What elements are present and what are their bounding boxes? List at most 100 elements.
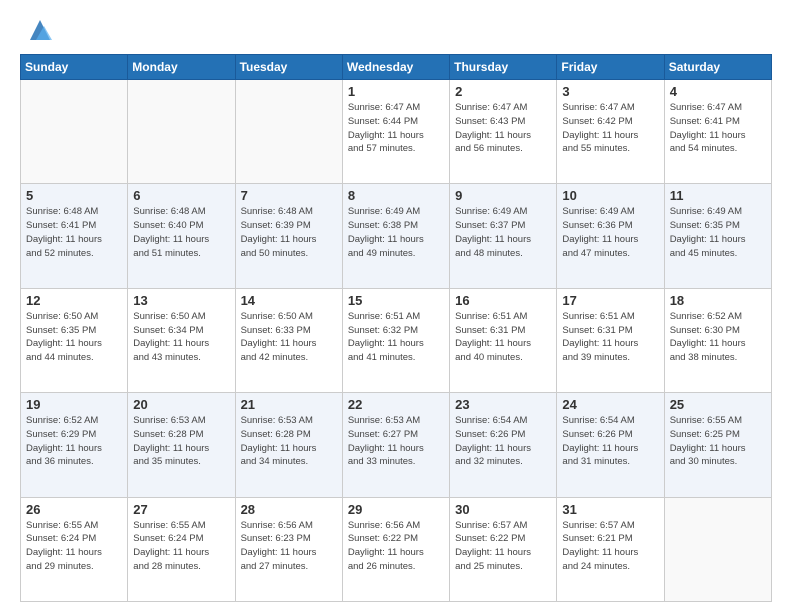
calendar-day-cell: 5 Sunrise: 6:48 AM Sunset: 6:41 PM Daylig… [21,184,128,288]
calendar-week-row: 12 Sunrise: 6:50 AM Sunset: 6:35 PM Dayli… [21,288,772,392]
day-number: 28 [241,502,337,517]
calendar-day-cell: 23 Sunrise: 6:54 AM Sunset: 6:26 PM Dayli… [450,393,557,497]
day-number: 6 [133,188,229,203]
day-number: 16 [455,293,551,308]
calendar-day-cell: 17 Sunrise: 6:51 AM Sunset: 6:31 PM Dayli… [557,288,664,392]
day-info: Sunrise: 6:55 AM Sunset: 6:24 PM Dayligh… [26,519,122,574]
calendar-day-cell: 15Sunrise: 6:51 AM Sunset: 6:32 PM Dayli… [342,288,449,392]
day-info: Sunrise: 6:47 AM Sunset: 6:44 PM Dayligh… [348,101,444,156]
calendar-day-cell: 6Sunrise: 6:48 AM Sunset: 6:40 PM Daylig… [128,184,235,288]
day-info: Sunrise: 6:51 AM Sunset: 6:31 PM Dayligh… [455,310,551,365]
day-info: Sunrise: 6:48 AM Sunset: 6:39 PM Dayligh… [241,205,337,260]
day-number: 25 [670,397,766,412]
day-info: Sunrise: 6:49 AM Sunset: 6:35 PM Dayligh… [670,205,766,260]
calendar-day-cell [128,80,235,184]
day-number: 13 [133,293,229,308]
day-info: Sunrise: 6:52 AM Sunset: 6:29 PM Dayligh… [26,414,122,469]
calendar-day-cell: 21 Sunrise: 6:53 AM Sunset: 6:28 PM Dayli… [235,393,342,497]
calendar-day-cell: 11 Sunrise: 6:49 AM Sunset: 6:35 PM Dayli… [664,184,771,288]
day-info: Sunrise: 6:56 AM Sunset: 6:22 PM Dayligh… [348,519,444,574]
calendar-table: SundayMondayTuesdayWednesdayThursdayFrid… [20,54,772,602]
page: SundayMondayTuesdayWednesdayThursdayFrid… [0,0,792,612]
day-info: Sunrise: 6:54 AM Sunset: 6:26 PM Dayligh… [455,414,551,469]
calendar-header-tuesday: Tuesday [235,55,342,80]
calendar-day-cell: 14 Sunrise: 6:50 AM Sunset: 6:33 PM Dayli… [235,288,342,392]
calendar-header-thursday: Thursday [450,55,557,80]
calendar-day-cell: 2 Sunrise: 6:47 AM Sunset: 6:43 PM Daylig… [450,80,557,184]
day-number: 20 [133,397,229,412]
day-number: 21 [241,397,337,412]
calendar-day-cell: 19 Sunrise: 6:52 AM Sunset: 6:29 PM Dayli… [21,393,128,497]
day-number: 23 [455,397,551,412]
day-number: 30 [455,502,551,517]
calendar-day-cell: 28Sunrise: 6:56 AM Sunset: 6:23 PM Dayli… [235,497,342,601]
day-info: Sunrise: 6:50 AM Sunset: 6:35 PM Dayligh… [26,310,122,365]
day-number: 1 [348,84,444,99]
calendar-day-cell: 3 Sunrise: 6:47 AM Sunset: 6:42 PM Daylig… [557,80,664,184]
calendar-day-cell: 25 Sunrise: 6:55 AM Sunset: 6:25 PM Dayli… [664,393,771,497]
day-info: Sunrise: 6:47 AM Sunset: 6:43 PM Dayligh… [455,101,551,156]
header [20,16,772,44]
calendar-header-row: SundayMondayTuesdayWednesdayThursdayFrid… [21,55,772,80]
calendar-day-cell: 31 Sunrise: 6:57 AM Sunset: 6:21 PM Dayli… [557,497,664,601]
day-info: Sunrise: 6:47 AM Sunset: 6:41 PM Dayligh… [670,101,766,156]
day-number: 26 [26,502,122,517]
day-number: 3 [562,84,658,99]
calendar-day-cell: 1 Sunrise: 6:47 AM Sunset: 6:44 PM Daylig… [342,80,449,184]
day-info: Sunrise: 6:51 AM Sunset: 6:31 PM Dayligh… [562,310,658,365]
calendar-day-cell: 16 Sunrise: 6:51 AM Sunset: 6:31 PM Dayli… [450,288,557,392]
day-info: Sunrise: 6:49 AM Sunset: 6:37 PM Dayligh… [455,205,551,260]
day-number: 11 [670,188,766,203]
day-info: Sunrise: 6:55 AM Sunset: 6:25 PM Dayligh… [670,414,766,469]
day-number: 9 [455,188,551,203]
calendar-day-cell: 26 Sunrise: 6:55 AM Sunset: 6:24 PM Dayli… [21,497,128,601]
calendar-day-cell: 13 Sunrise: 6:50 AM Sunset: 6:34 PM Dayli… [128,288,235,392]
calendar-header-monday: Monday [128,55,235,80]
calendar-day-cell: 24 Sunrise: 6:54 AM Sunset: 6:26 PM Dayli… [557,393,664,497]
day-number: 29 [348,502,444,517]
day-info: Sunrise: 6:53 AM Sunset: 6:28 PM Dayligh… [133,414,229,469]
day-info: Sunrise: 6:47 AM Sunset: 6:42 PM Dayligh… [562,101,658,156]
day-number: 5 [26,188,122,203]
day-number: 22 [348,397,444,412]
day-number: 2 [455,84,551,99]
calendar-week-row: 1 Sunrise: 6:47 AM Sunset: 6:44 PM Daylig… [21,80,772,184]
calendar-day-cell: 18Sunrise: 6:52 AM Sunset: 6:30 PM Dayli… [664,288,771,392]
day-info: Sunrise: 6:50 AM Sunset: 6:34 PM Dayligh… [133,310,229,365]
calendar-header-friday: Friday [557,55,664,80]
calendar-day-cell: 12 Sunrise: 6:50 AM Sunset: 6:35 PM Dayli… [21,288,128,392]
day-number: 12 [26,293,122,308]
day-number: 31 [562,502,658,517]
calendar-week-row: 19 Sunrise: 6:52 AM Sunset: 6:29 PM Dayli… [21,393,772,497]
day-info: Sunrise: 6:57 AM Sunset: 6:21 PM Dayligh… [562,519,658,574]
day-number: 7 [241,188,337,203]
day-info: Sunrise: 6:48 AM Sunset: 6:41 PM Dayligh… [26,205,122,260]
day-info: Sunrise: 6:57 AM Sunset: 6:22 PM Dayligh… [455,519,551,574]
day-info: Sunrise: 6:53 AM Sunset: 6:28 PM Dayligh… [241,414,337,469]
calendar-day-cell: 22 Sunrise: 6:53 AM Sunset: 6:27 PM Dayli… [342,393,449,497]
calendar-week-row: 26 Sunrise: 6:55 AM Sunset: 6:24 PM Dayli… [21,497,772,601]
day-info: Sunrise: 6:50 AM Sunset: 6:33 PM Dayligh… [241,310,337,365]
day-number: 18 [670,293,766,308]
calendar-day-cell: 20 Sunrise: 6:53 AM Sunset: 6:28 PM Dayli… [128,393,235,497]
calendar-week-row: 5 Sunrise: 6:48 AM Sunset: 6:41 PM Daylig… [21,184,772,288]
logo [20,16,54,44]
day-info: Sunrise: 6:54 AM Sunset: 6:26 PM Dayligh… [562,414,658,469]
calendar-day-cell: 30 Sunrise: 6:57 AM Sunset: 6:22 PM Dayli… [450,497,557,601]
day-number: 19 [26,397,122,412]
calendar-day-cell: 29 Sunrise: 6:56 AM Sunset: 6:22 PM Dayli… [342,497,449,601]
day-info: Sunrise: 6:53 AM Sunset: 6:27 PM Dayligh… [348,414,444,469]
day-number: 10 [562,188,658,203]
calendar-day-cell [664,497,771,601]
day-number: 27 [133,502,229,517]
day-info: Sunrise: 6:49 AM Sunset: 6:38 PM Dayligh… [348,205,444,260]
calendar-day-cell: 10 Sunrise: 6:49 AM Sunset: 6:36 PM Dayli… [557,184,664,288]
day-number: 14 [241,293,337,308]
day-number: 24 [562,397,658,412]
day-number: 15 [348,293,444,308]
calendar-day-cell: 4Sunrise: 6:47 AM Sunset: 6:41 PM Daylig… [664,80,771,184]
day-number: 17 [562,293,658,308]
calendar-day-cell: 7 Sunrise: 6:48 AM Sunset: 6:39 PM Daylig… [235,184,342,288]
day-info: Sunrise: 6:49 AM Sunset: 6:36 PM Dayligh… [562,205,658,260]
day-info: Sunrise: 6:55 AM Sunset: 6:24 PM Dayligh… [133,519,229,574]
